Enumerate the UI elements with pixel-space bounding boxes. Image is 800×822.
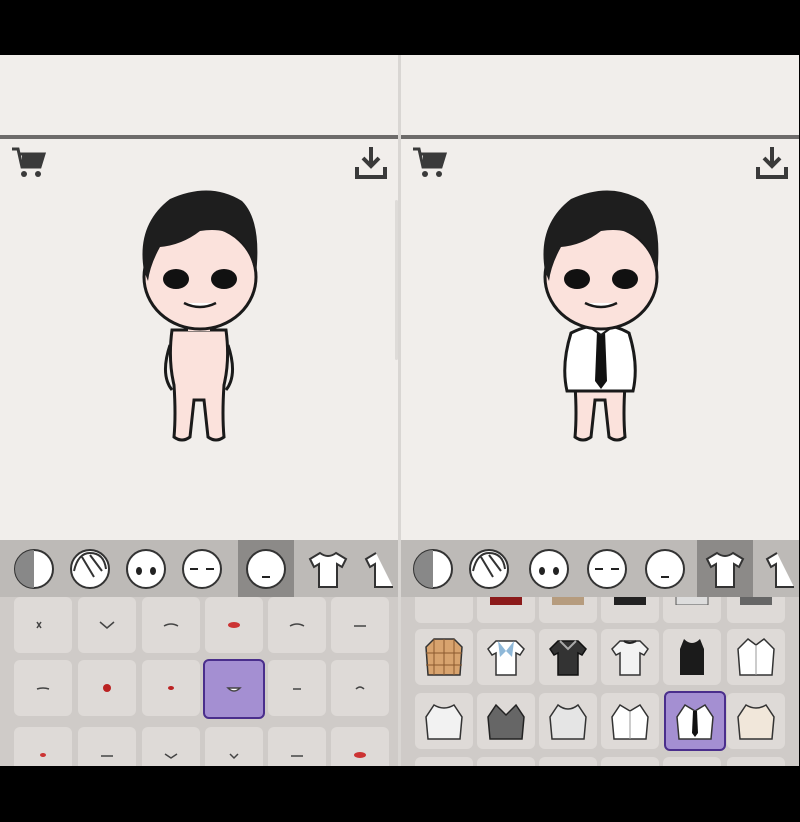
shirt-icon[interactable]	[697, 540, 753, 597]
cart-icon[interactable]	[10, 145, 48, 181]
grid-tile[interactable]	[205, 597, 263, 653]
face-mouth-icon[interactable]	[238, 540, 294, 597]
grid-tile[interactable]	[601, 757, 659, 766]
grid-tile[interactable]	[727, 693, 785, 749]
grid-tile[interactable]	[142, 660, 200, 716]
grid-tile[interactable]	[205, 727, 263, 766]
grid-tile[interactable]	[142, 727, 200, 766]
top-divider	[401, 135, 799, 139]
grid-tile[interactable]	[331, 660, 389, 716]
face-sleepy-icon[interactable]	[579, 540, 635, 597]
grid-tile[interactable]	[14, 660, 72, 716]
color-split-icon[interactable]	[6, 540, 62, 597]
grid-tile[interactable]	[539, 629, 597, 685]
download-icon[interactable]	[354, 145, 388, 181]
grid-tile[interactable]	[539, 693, 597, 749]
grid-tile[interactable]	[663, 629, 721, 685]
face-sleepy-icon[interactable]	[174, 540, 230, 597]
grid-tile[interactable]	[539, 757, 597, 766]
left-editor-panel	[0, 55, 398, 766]
grid-tile[interactable]	[415, 693, 473, 749]
grid-tile[interactable]	[477, 693, 535, 749]
face-eyes-icon[interactable]	[521, 540, 577, 597]
grid-tile[interactable]	[331, 597, 389, 653]
grid-tile[interactable]	[14, 597, 72, 653]
cart-icon[interactable]	[411, 145, 449, 181]
top-divider	[0, 135, 398, 139]
grid-tile[interactable]	[142, 597, 200, 653]
hair-icon[interactable]	[62, 540, 118, 597]
grid-tile[interactable]	[601, 597, 659, 623]
grid-tile[interactable]	[601, 693, 659, 749]
shirt-icon[interactable]	[300, 540, 356, 597]
grid-tile-selected[interactable]	[664, 691, 726, 751]
grid-tile[interactable]	[663, 597, 721, 623]
grid-tile[interactable]	[268, 660, 326, 716]
category-bar	[401, 540, 799, 597]
grid-tile[interactable]	[539, 597, 597, 623]
item-grid	[0, 597, 398, 766]
grid-tile[interactable]	[477, 597, 535, 623]
grid-tile[interactable]	[78, 597, 136, 653]
avatar-preview	[531, 185, 671, 455]
grid-tile[interactable]	[14, 727, 72, 766]
grid-tile[interactable]	[415, 597, 473, 623]
grid-tile[interactable]	[477, 757, 535, 766]
face-mouth-icon[interactable]	[637, 540, 693, 597]
grid-tile[interactable]	[78, 727, 136, 766]
hair-icon[interactable]	[461, 540, 517, 597]
grid-tile[interactable]	[268, 597, 326, 653]
right-editor-panel	[401, 55, 799, 766]
grid-tile[interactable]	[268, 727, 326, 766]
grid-tile[interactable]	[727, 757, 785, 766]
grid-tile-selected[interactable]	[203, 659, 265, 719]
grid-tile[interactable]	[477, 629, 535, 685]
grid-tile[interactable]	[415, 629, 473, 685]
category-bar	[0, 540, 398, 597]
grid-tile[interactable]	[78, 660, 136, 716]
download-icon[interactable]	[755, 145, 789, 181]
top-bar	[401, 55, 799, 135]
grid-tile[interactable]	[663, 757, 721, 766]
face-eyes-icon[interactable]	[118, 540, 174, 597]
grid-tile[interactable]	[601, 629, 659, 685]
grid-tile[interactable]	[331, 727, 389, 766]
item-grid	[401, 597, 799, 766]
grid-tile[interactable]	[727, 597, 785, 623]
grid-tile[interactable]	[727, 629, 785, 685]
top-bar	[0, 55, 398, 135]
grid-tile[interactable]	[415, 757, 473, 766]
more-icon[interactable]	[757, 540, 799, 597]
avatar-preview	[130, 185, 270, 455]
color-split-icon[interactable]	[405, 540, 461, 597]
more-icon[interactable]	[356, 540, 398, 597]
